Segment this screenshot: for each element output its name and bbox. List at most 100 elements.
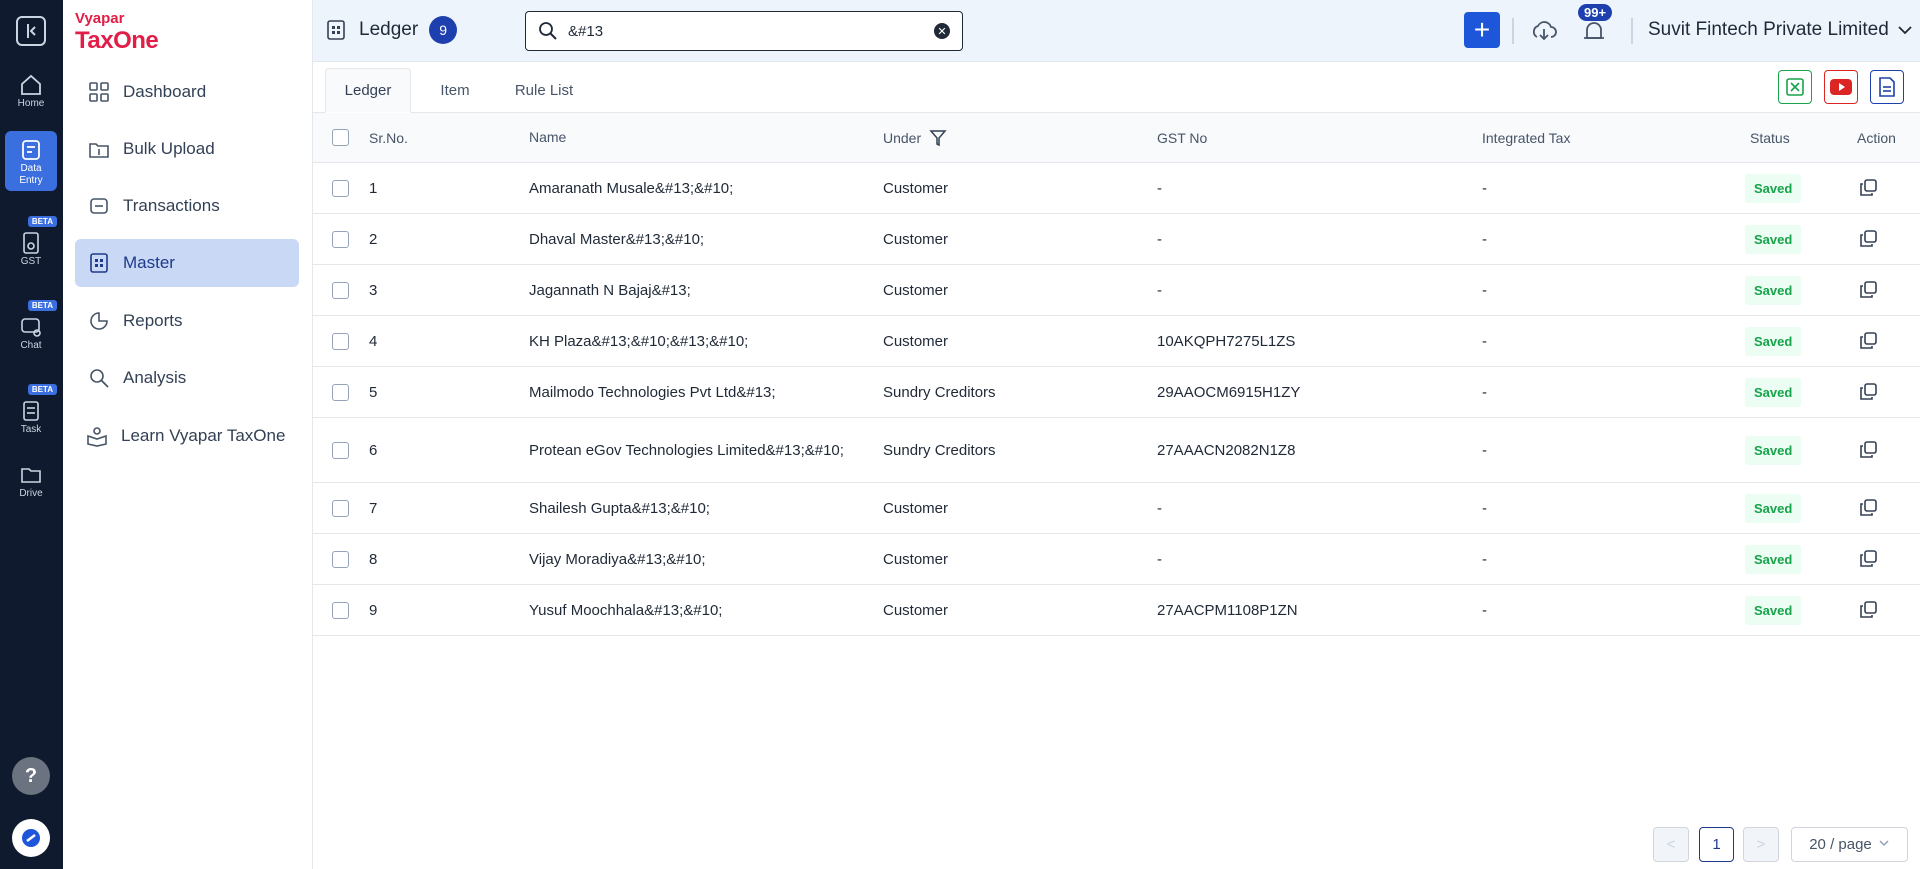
table-row[interactable]: 5 Mailmodo Technologies Pvt Ltd&#13; Sundr… bbox=[313, 367, 1920, 418]
row-select-cell bbox=[332, 367, 349, 417]
collapse-sidebar-icon[interactable] bbox=[16, 16, 46, 46]
tab-item[interactable]: Item bbox=[425, 68, 485, 113]
copy-icon[interactable] bbox=[1858, 483, 1878, 533]
app-launcher-icon[interactable] bbox=[12, 819, 50, 857]
company-selector[interactable]: Suvit Fintech Private Limited bbox=[1648, 19, 1913, 41]
rail-item-label: GST bbox=[20, 256, 42, 267]
document-icon[interactable] bbox=[1870, 70, 1904, 104]
header-sr: Sr.No. bbox=[369, 129, 408, 146]
row-checkbox[interactable] bbox=[332, 499, 349, 517]
sidebar-item-bulk-upload[interactable]: Bulk Upload bbox=[75, 125, 299, 173]
sidebar-item-reports[interactable]: Reports bbox=[75, 297, 299, 345]
table-row[interactable]: 2 Dhaval Master&#13;&#10; Customer - - Saved bbox=[313, 214, 1920, 265]
row-checkbox[interactable] bbox=[332, 230, 349, 248]
rail-item-drive[interactable]: Drive bbox=[5, 462, 57, 499]
copy-icon[interactable] bbox=[1858, 163, 1878, 213]
row-under: Customer bbox=[883, 332, 949, 350]
row-checkbox[interactable] bbox=[332, 281, 349, 299]
prev-page-button[interactable]: < bbox=[1653, 827, 1689, 862]
excel-export-icon[interactable] bbox=[1778, 70, 1812, 104]
sidebar-item-transactions[interactable]: Transactions bbox=[75, 182, 299, 230]
page-title-text: Ledger bbox=[359, 19, 419, 40]
youtube-icon[interactable] bbox=[1824, 70, 1858, 104]
header-under-label: Under bbox=[883, 129, 922, 146]
table-row[interactable]: 3 Jagannath N Bajaj&#13; Customer - - Saved bbox=[313, 265, 1920, 316]
copy-icon[interactable] bbox=[1858, 585, 1878, 635]
rail-item-chat[interactable]: BETA Chat bbox=[5, 300, 57, 351]
upload-icon bbox=[87, 137, 111, 161]
row-checkbox[interactable] bbox=[332, 179, 349, 197]
clear-search-icon[interactable]: ✕ bbox=[934, 23, 950, 39]
rail-item-gst[interactable]: BETA GST bbox=[5, 216, 57, 267]
status-badge: Saved bbox=[1745, 493, 1802, 523]
table-row[interactable]: 6 Protean eGov Technologies Limited&#13;&… bbox=[313, 418, 1920, 483]
row-gst: 10AKQPH7275L1ZS bbox=[1157, 332, 1296, 350]
row-tax: - bbox=[1482, 230, 1487, 248]
cloud-download-icon[interactable] bbox=[1530, 17, 1558, 45]
row-status-cell: Saved bbox=[1745, 214, 1802, 264]
row-name: Protean eGov Technologies Limited&#13;&#… bbox=[529, 441, 844, 459]
row-sr: 2 bbox=[369, 230, 378, 248]
sidebar-item-master[interactable]: Master bbox=[75, 239, 299, 287]
table-row[interactable]: 7 Shailesh Gupta&#13;&#10; Customer - - Saved bbox=[313, 483, 1920, 534]
divider bbox=[1631, 18, 1633, 44]
status-badge: Saved bbox=[1745, 595, 1802, 625]
row-select-cell bbox=[332, 585, 349, 635]
table-row[interactable]: 1 Amaranath Musale&#13;&#10; Customer - - Sav… bbox=[313, 163, 1920, 214]
tab-rule-list[interactable]: Rule List bbox=[499, 68, 589, 113]
beta-badge: BETA bbox=[27, 384, 57, 395]
record-count-badge: 9 bbox=[429, 16, 458, 44]
row-checkbox[interactable] bbox=[332, 601, 349, 619]
row-gst: - bbox=[1157, 550, 1162, 568]
copy-icon[interactable] bbox=[1858, 265, 1878, 315]
rail-item-label: Task bbox=[20, 424, 42, 435]
sidebar-item-analysis[interactable]: Analysis bbox=[75, 354, 299, 402]
table-row[interactable]: 8 Vijay Moradiya&#13;&#10; Customer - - Saved bbox=[313, 534, 1920, 585]
learn-icon bbox=[85, 424, 109, 448]
data-entry-icon bbox=[18, 137, 44, 163]
header-integrated-tax: Integrated Tax bbox=[1482, 129, 1571, 146]
copy-icon[interactable] bbox=[1858, 534, 1878, 584]
row-tax: - bbox=[1482, 499, 1487, 517]
sidebar-item-learn[interactable]: Learn Vyapar TaxOne bbox=[75, 412, 299, 460]
row-select-cell bbox=[332, 163, 349, 213]
rail-item-task[interactable]: BETA Task bbox=[5, 384, 57, 435]
status-badge: Saved bbox=[1745, 326, 1802, 356]
table-row[interactable]: 4 KH Plaza&#13;&#10;&#13;&#10; Customer 10A… bbox=[313, 316, 1920, 367]
rail-item-home[interactable]: Home bbox=[5, 72, 57, 109]
rail-item-label: Home bbox=[17, 98, 45, 109]
copy-icon[interactable] bbox=[1858, 316, 1878, 366]
dashboard-icon bbox=[87, 80, 111, 104]
row-status-cell: Saved bbox=[1745, 483, 1802, 533]
row-select-cell bbox=[332, 214, 349, 264]
add-button[interactable]: + bbox=[1464, 12, 1500, 48]
row-checkbox[interactable] bbox=[332, 383, 349, 401]
next-page-button[interactable]: > bbox=[1743, 827, 1779, 862]
sidebar-item-label: Bulk Upload bbox=[123, 139, 215, 158]
sidebar-item-label: Transactions bbox=[123, 196, 220, 215]
page-number-button[interactable]: 1 bbox=[1699, 827, 1734, 862]
filter-icon[interactable] bbox=[929, 129, 947, 147]
sidebar-item-dashboard[interactable]: Dashboard bbox=[75, 68, 299, 116]
search-icon bbox=[538, 21, 558, 41]
page-size-select[interactable]: 20 / page bbox=[1791, 827, 1908, 862]
row-name: Jagannath N Bajaj&#13; bbox=[529, 281, 691, 299]
row-tax: - bbox=[1482, 281, 1487, 299]
copy-icon[interactable] bbox=[1858, 367, 1878, 417]
tab-ledger[interactable]: Ledger bbox=[325, 68, 411, 113]
row-checkbox[interactable] bbox=[332, 441, 349, 459]
row-checkbox[interactable] bbox=[332, 550, 349, 568]
copy-icon[interactable] bbox=[1858, 418, 1878, 482]
row-checkbox[interactable] bbox=[332, 332, 349, 350]
table-row[interactable]: 9 Yusuf Moochhala&#13;&#10; Customer 27AACP… bbox=[313, 585, 1920, 636]
rail-item-data-entry[interactable]: Data Entry bbox=[5, 131, 57, 191]
row-name: Shailesh Gupta&#13;&#10; bbox=[529, 499, 710, 517]
search-input[interactable] bbox=[568, 22, 934, 40]
copy-icon[interactable] bbox=[1858, 214, 1878, 264]
select-all-checkbox[interactable] bbox=[332, 129, 349, 146]
logo-line1: Vyapar bbox=[75, 10, 125, 27]
beta-badge: BETA bbox=[27, 216, 57, 227]
left-rail: Home Data Entry BETA GST BETA Chat BETA … bbox=[0, 0, 63, 869]
help-icon[interactable]: ? bbox=[12, 757, 50, 795]
reports-icon bbox=[87, 309, 111, 333]
